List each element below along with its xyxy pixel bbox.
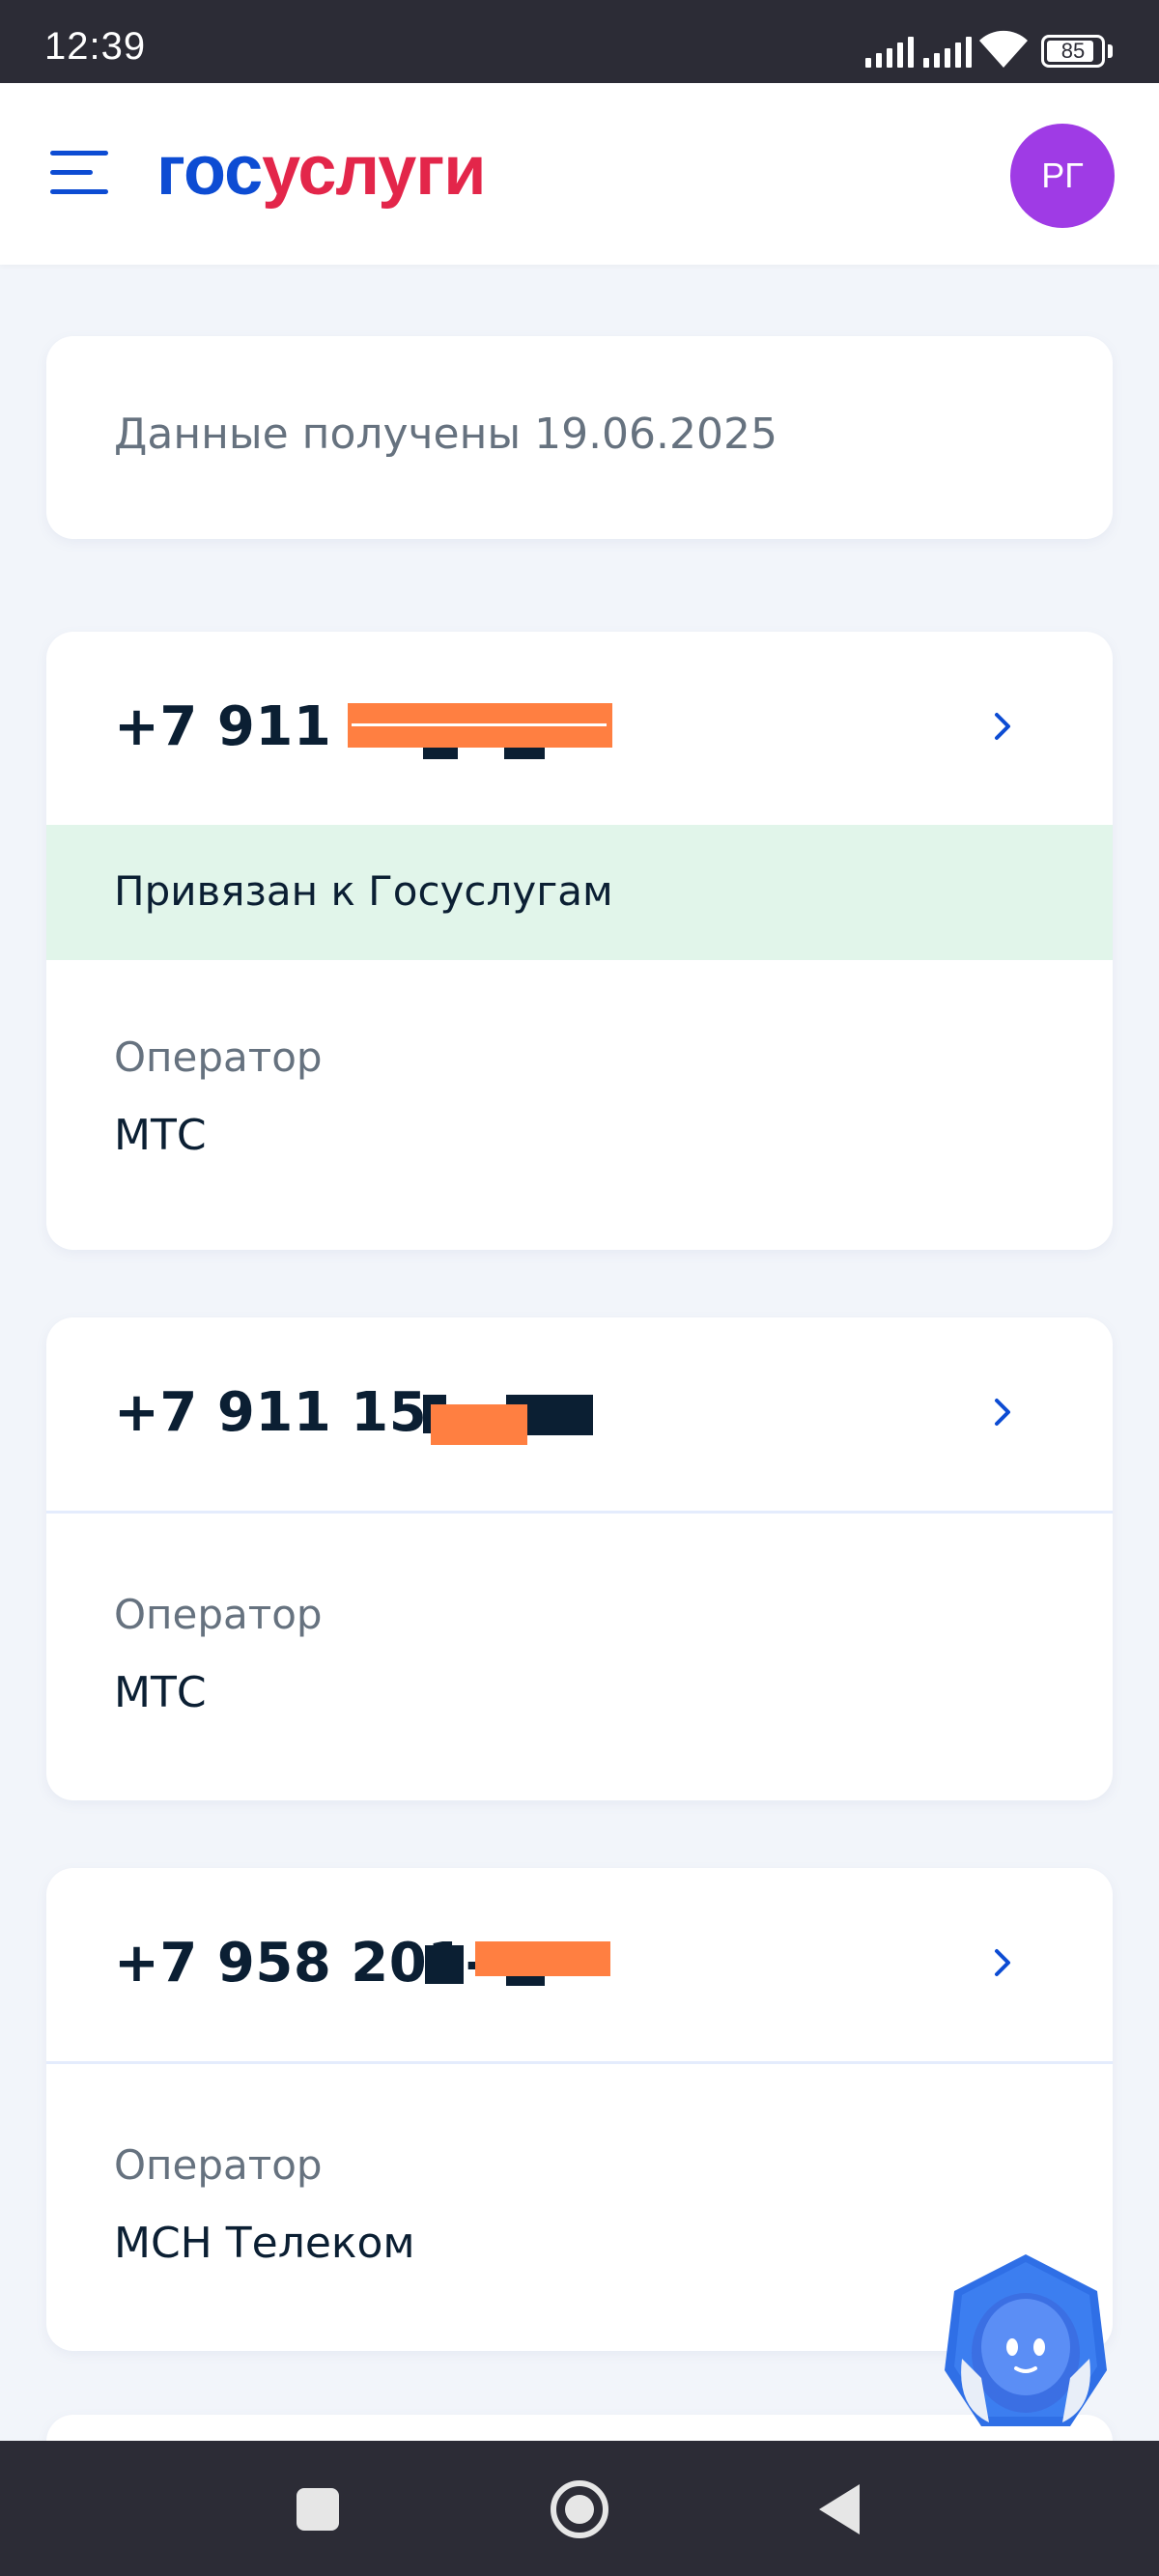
status-time: 12:39 xyxy=(44,25,147,68)
robot-assistant-icon[interactable] xyxy=(943,2252,1109,2430)
recent-apps-button[interactable] xyxy=(297,2488,339,2531)
wifi-icon xyxy=(979,30,1028,68)
avatar[interactable]: РГ xyxy=(1010,124,1115,228)
operator-value: МТС xyxy=(114,1111,207,1160)
phone-card-1[interactable]: +7 911 9 Привязан к Госуслугам Оператор … xyxy=(46,632,1113,1250)
operator-block: Оператор МТС xyxy=(46,1514,1113,1800)
data-received-text: Данные получены 19.06.2025 xyxy=(114,410,778,459)
operator-label: Оператор xyxy=(114,2141,323,2189)
chevron-right-icon[interactable] xyxy=(983,1943,1022,1982)
linked-status-banner: Привязан к Госуслугам xyxy=(46,825,1113,960)
linked-status-text: Привязан к Госуслугам xyxy=(114,867,613,915)
signal-icon-2 xyxy=(923,35,972,68)
operator-value: МСН Телеком xyxy=(114,2219,415,2268)
logo-part-uslugi: услуги xyxy=(262,132,486,210)
redaction-line xyxy=(352,723,607,726)
phone-row[interactable]: +7 911 15 xyxy=(46,1317,1113,1511)
battery-icon: 85 xyxy=(1041,35,1105,68)
battery-tip xyxy=(1108,44,1113,58)
status-bar: 12:39 85 xyxy=(0,0,1159,83)
battery-level: 85 xyxy=(1060,39,1086,63)
app-header: госуслуги РГ xyxy=(0,83,1159,265)
phone-card-2[interactable]: +7 911 15 Оператор МТС xyxy=(46,1317,1113,1800)
operator-block: Оператор МТС xyxy=(46,960,1113,1236)
gosuslugi-logo[interactable]: госуслуги xyxy=(156,131,487,211)
logo-part-gos: гос xyxy=(156,132,263,210)
signal-icon xyxy=(865,35,914,68)
hamburger-menu-icon[interactable] xyxy=(50,151,108,197)
operator-value: МТС xyxy=(114,1668,207,1717)
redaction-mark xyxy=(431,1404,527,1445)
data-received-card: Данные получены 19.06.2025 xyxy=(46,336,1113,539)
operator-label: Оператор xyxy=(114,1033,323,1081)
chevron-right-icon[interactable] xyxy=(983,1393,1022,1431)
home-button[interactable] xyxy=(551,2480,608,2538)
phone-number: +7 911 15 xyxy=(114,1381,428,1444)
phone-row[interactable]: +7 911 9 xyxy=(46,632,1113,825)
phone-row[interactable]: +7 958 201- xyxy=(46,1868,1113,2061)
chevron-right-icon[interactable] xyxy=(983,707,1022,746)
redaction-mark xyxy=(425,1945,464,1984)
operator-label: Оператор xyxy=(114,1591,323,1638)
back-button[interactable] xyxy=(819,2484,860,2534)
redaction-mark xyxy=(475,1941,610,1976)
